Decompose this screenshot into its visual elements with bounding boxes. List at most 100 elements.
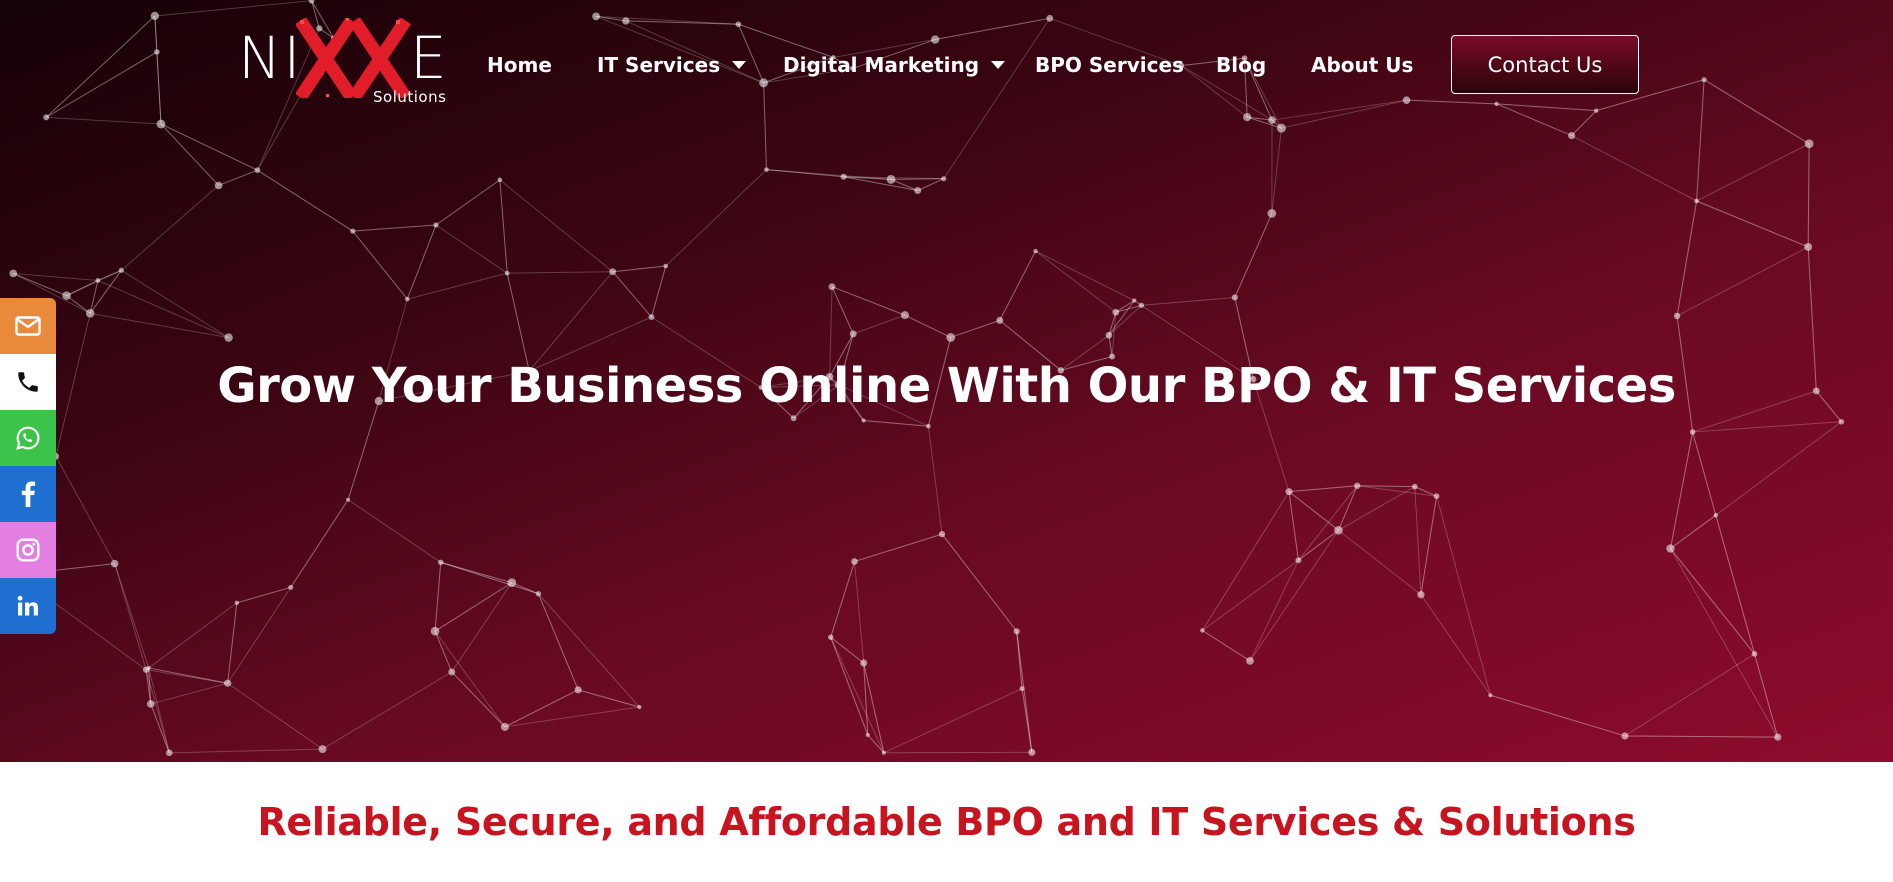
network-line <box>434 631 453 673</box>
network-line <box>507 271 613 274</box>
network-line <box>883 688 1023 754</box>
network-line <box>1670 548 1779 738</box>
network-node <box>1694 198 1699 204</box>
network-line <box>1715 515 1756 655</box>
network-line <box>904 314 951 338</box>
network-node <box>1713 512 1719 518</box>
network-line <box>1696 200 1809 248</box>
network-node <box>941 176 947 182</box>
nav-item-bpo-services[interactable]: BPO Services <box>1035 48 1184 82</box>
network-node <box>214 181 223 190</box>
whatsapp-icon <box>16 426 40 450</box>
network-node <box>110 559 119 568</box>
nav-item-about-us[interactable]: About Us <box>1311 48 1413 82</box>
network-line <box>1414 486 1422 595</box>
nav-item-label: Home <box>487 53 552 77</box>
network-node <box>1019 686 1025 692</box>
network-line <box>322 671 453 750</box>
network-line <box>766 169 892 180</box>
network-node <box>1295 557 1302 564</box>
network-line <box>854 533 943 563</box>
network-line <box>1201 491 1290 631</box>
network-line <box>1271 128 1282 214</box>
network-node <box>1105 331 1113 339</box>
network-node <box>865 732 870 737</box>
network-line <box>612 271 652 318</box>
network-node <box>535 591 542 597</box>
network-line <box>1715 421 1842 516</box>
network-line <box>578 689 640 708</box>
network-node <box>85 309 95 318</box>
network-node <box>860 659 868 667</box>
network-line <box>1696 143 1810 202</box>
network-line <box>917 178 944 191</box>
network-node <box>1231 294 1238 301</box>
nav-item-label: Digital Marketing <box>783 53 980 77</box>
network-node <box>1334 525 1343 535</box>
network-node <box>1804 139 1814 149</box>
network-node <box>1621 732 1629 740</box>
network-node <box>881 750 886 755</box>
network-node <box>1132 298 1137 303</box>
nav-item-digital-marketing[interactable]: Digital Marketing <box>783 48 1006 82</box>
network-line <box>352 224 437 232</box>
network-node <box>1774 733 1782 741</box>
network-line <box>218 169 258 186</box>
network-line <box>499 179 613 273</box>
network-line <box>1670 548 1755 655</box>
network-line <box>1338 486 1416 531</box>
network-node <box>497 177 503 183</box>
network-node <box>1246 657 1254 665</box>
hero-title: Grow Your Business Online With Our BPO &… <box>217 358 1676 414</box>
network-node <box>234 600 240 606</box>
network-node <box>914 186 922 194</box>
network-line <box>1288 485 1358 493</box>
network-node <box>346 497 351 502</box>
hero-section: NI E Solutions Home IT Services Digital … <box>0 0 1893 762</box>
network-node <box>146 700 155 708</box>
network-line <box>999 250 1037 321</box>
instagram-link[interactable] <box>0 522 56 578</box>
network-line <box>1141 296 1235 306</box>
chevron-down-icon <box>732 61 747 69</box>
network-line <box>1669 431 1694 549</box>
network-node <box>609 268 617 276</box>
phone-link[interactable] <box>0 354 56 410</box>
network-line <box>1436 496 1491 696</box>
contact-us-button[interactable]: Contact Us <box>1451 35 1639 94</box>
nav-item-label: Blog <box>1216 53 1267 77</box>
network-node <box>1013 628 1020 635</box>
network-node <box>1804 242 1813 251</box>
network-node <box>840 173 847 180</box>
network-line <box>97 279 229 339</box>
network-line <box>1338 485 1358 531</box>
nixxe-logo[interactable]: NI E Solutions <box>238 14 450 110</box>
facebook-link[interactable] <box>0 466 56 522</box>
network-line <box>651 265 667 318</box>
network-line <box>538 593 640 708</box>
network-node <box>1028 748 1036 756</box>
network-node <box>500 722 509 731</box>
network-line <box>406 224 437 300</box>
network-line <box>853 314 906 335</box>
whatsapp-link[interactable] <box>0 410 56 466</box>
network-line <box>1676 246 1809 317</box>
network-node <box>504 270 510 276</box>
nav-item-blog[interactable]: Blog <box>1216 48 1266 82</box>
network-node <box>350 228 356 234</box>
network-line <box>528 271 614 372</box>
mail-link[interactable] <box>0 298 56 354</box>
linkedin-link[interactable] <box>0 578 56 634</box>
network-line <box>1420 594 1491 696</box>
nav-item-it-services[interactable]: IT Services <box>597 48 747 82</box>
network-line <box>941 533 1018 632</box>
network-node <box>404 296 410 302</box>
nav-item-label: About Us <box>1311 53 1414 77</box>
network-line <box>1670 514 1717 550</box>
nav-item-home[interactable]: Home <box>487 48 552 82</box>
network-line <box>169 748 323 754</box>
network-line <box>55 456 116 564</box>
network-node <box>433 222 439 228</box>
network-node <box>142 666 150 673</box>
network-line <box>435 224 508 274</box>
